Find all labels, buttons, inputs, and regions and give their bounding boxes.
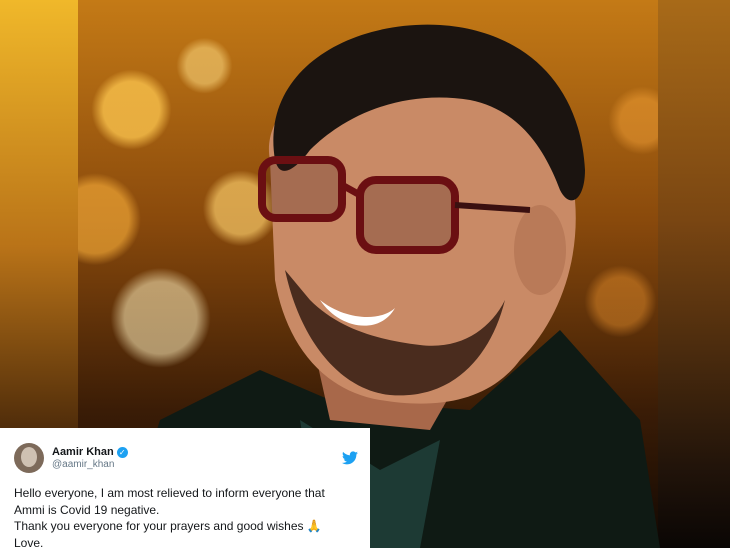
verified-badge-icon: ✓ bbox=[116, 446, 128, 458]
author-handle[interactable]: @aamir_khan bbox=[52, 459, 128, 470]
tweet-line: Ammi is Covid 19 negative. bbox=[14, 502, 160, 517]
author-name[interactable]: Aamir Khan bbox=[52, 446, 114, 458]
tweet-card[interactable]: Aamir Khan ✓ @aamir_khan Hello everyone,… bbox=[0, 428, 370, 548]
twitter-bird-icon bbox=[342, 451, 358, 465]
tweet-line: Thank you everyone for your prayers and … bbox=[14, 519, 322, 533]
tweet-text: Hello everyone, I am most relieved to in… bbox=[14, 485, 358, 548]
name-row: Aamir Khan ✓ bbox=[52, 446, 128, 458]
tweet-header: Aamir Khan ✓ @aamir_khan bbox=[14, 438, 358, 478]
tweet-line: Hello everyone, I am most relieved to in… bbox=[14, 486, 325, 500]
avatar[interactable] bbox=[14, 443, 44, 473]
tweet-line: Love. bbox=[14, 535, 44, 548]
tweet-author: Aamir Khan ✓ @aamir_khan bbox=[52, 446, 128, 470]
